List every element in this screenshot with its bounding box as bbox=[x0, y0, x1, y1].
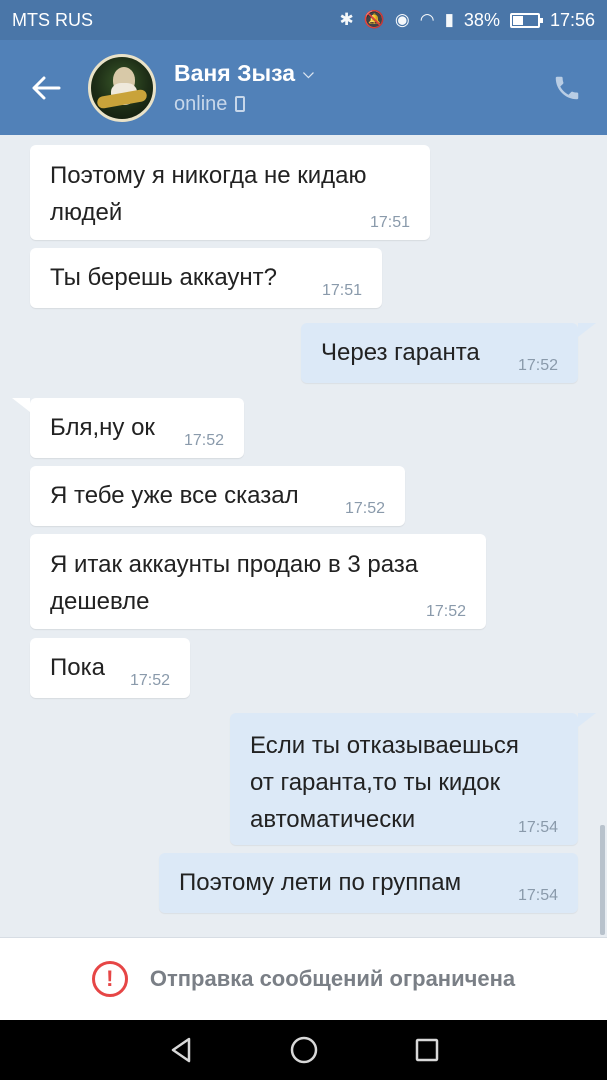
message-bubble[interactable]: Через гаранта 17:52 bbox=[301, 323, 578, 383]
message-text-line: Поэтому лети по группам bbox=[179, 869, 462, 896]
battery-icon bbox=[509, 12, 543, 28]
bluetooth-icon: ✱ bbox=[339, 10, 354, 29]
message-time: 17:51 bbox=[321, 282, 362, 299]
eye-icon: ◉ bbox=[394, 10, 410, 29]
message-text-line: дешевле bbox=[50, 588, 150, 615]
message-list[interactable]: Поэтому я никогда не кидаю людей 17:51 Т… bbox=[0, 135, 607, 937]
message-bubble[interactable]: Пока 17:52 bbox=[30, 638, 190, 698]
message-text-line: Поэтому я никогда не кидаю bbox=[50, 162, 367, 189]
restriction-text: Отправка сообщений ограничена bbox=[149, 966, 516, 991]
bubble-tail bbox=[578, 323, 596, 337]
mute-icon: 🔕 bbox=[363, 10, 385, 29]
chat-header: Ваня Зыза ⌵ online bbox=[0, 40, 607, 135]
message-bubble[interactable]: Я итак аккаунты продаю в 3 раза дешевле … bbox=[30, 534, 486, 629]
bubble-tail bbox=[12, 398, 30, 412]
message-text-line: автоматически bbox=[250, 806, 416, 833]
avatar[interactable] bbox=[88, 53, 156, 122]
nav-back-icon[interactable] bbox=[167, 1036, 195, 1064]
message-bubble[interactable]: Я тебе уже все сказал 17:52 bbox=[30, 466, 405, 526]
contact-name: Ваня Зыза bbox=[174, 59, 296, 86]
status-bar: MTS RUS ✱ 🔕 ◉ ◠ ▮ 38% 17:56 bbox=[0, 0, 607, 40]
carrier-label: MTS RUS bbox=[12, 9, 93, 30]
nav-home-icon[interactable] bbox=[289, 1035, 319, 1065]
message-text-line: Если ты отказываешься bbox=[250, 732, 519, 759]
android-nav-bar bbox=[0, 1020, 607, 1080]
message-time: 17:51 bbox=[369, 214, 410, 231]
message-time: 17:52 bbox=[129, 672, 170, 689]
message-time: 17:52 bbox=[425, 603, 466, 620]
clock: 17:56 bbox=[549, 9, 595, 30]
message-bubble[interactable]: Поэтому лети по группам 17:54 bbox=[159, 853, 578, 913]
message-text-line: людей bbox=[50, 199, 123, 226]
message-bubble[interactable]: Бля,ну ок 17:52 bbox=[30, 398, 244, 458]
message-text-line: от гаранта,то ты кидок bbox=[250, 769, 501, 796]
message-text-line: Я тебе уже все сказал bbox=[50, 482, 299, 509]
message-time: 17:54 bbox=[517, 819, 558, 836]
message-time: 17:52 bbox=[183, 432, 224, 449]
message-bubble[interactable]: Если ты отказываешься от гаранта,то ты к… bbox=[230, 713, 578, 845]
message-bubble[interactable]: Ты берешь аккаунт? 17:51 bbox=[30, 248, 382, 308]
mobile-icon bbox=[235, 96, 246, 112]
phone-icon bbox=[555, 76, 579, 99]
signal-icon: ▮ bbox=[444, 10, 454, 29]
wifi-icon: ◠ bbox=[419, 10, 435, 29]
message-restriction-banner: ! Отправка сообщений ограничена bbox=[0, 937, 607, 1020]
message-text-line: Ты берешь аккаунт? bbox=[50, 264, 278, 291]
message-time: 17:52 bbox=[344, 500, 385, 517]
online-status: online bbox=[174, 92, 228, 115]
bubble-tail bbox=[578, 713, 596, 727]
contact-info[interactable]: Ваня Зыза ⌵ online bbox=[174, 60, 547, 116]
scrollbar[interactable] bbox=[600, 825, 605, 935]
back-arrow-icon[interactable] bbox=[26, 68, 66, 108]
message-text-line: Я итак аккаунты продаю в 3 раза bbox=[50, 551, 419, 578]
battery-percent: 38% bbox=[463, 9, 500, 30]
chevron-down-icon: ⌵ bbox=[303, 64, 314, 81]
alert-icon: ! bbox=[91, 961, 128, 997]
nav-recents-icon[interactable] bbox=[414, 1037, 440, 1063]
message-bubble[interactable]: Поэтому я никогда не кидаю людей 17:51 bbox=[30, 145, 430, 240]
message-time: 17:54 bbox=[517, 887, 558, 904]
call-button[interactable] bbox=[547, 68, 587, 108]
message-time: 17:52 bbox=[517, 357, 558, 374]
